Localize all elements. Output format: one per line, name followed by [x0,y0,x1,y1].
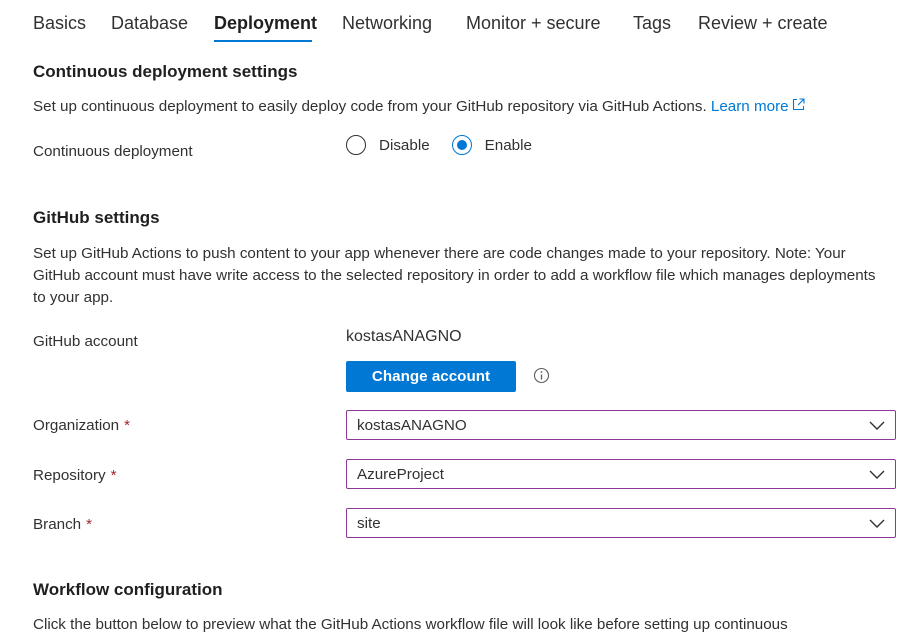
required-marker: * [110,467,117,484]
workflow-configuration-title: Workflow configuration [33,580,223,599]
tab-networking[interactable]: Networking [342,13,432,34]
radio-disable-label[interactable]: Disable [379,137,430,154]
required-marker: * [124,417,131,434]
repository-select[interactable]: AzureProject [346,459,896,489]
tab-monitor-secure[interactable]: Monitor + secure [466,13,601,34]
radio-disable-circle[interactable] [346,135,366,155]
tab-basics[interactable]: Basics [33,13,86,34]
organization-label: Organization * [33,417,130,434]
organization-select-value: kostasANAGNO [357,416,467,434]
info-icon[interactable] [533,367,550,384]
repository-label: Repository * [33,467,117,484]
continuous-deployment-label: Continuous deployment [33,143,193,160]
tab-tags[interactable]: Tags [633,13,671,34]
branch-select[interactable]: site [346,508,896,538]
continuous-deployment-description: Set up continuous deployment to easily d… [33,96,883,118]
continuous-deployment-radio-group: Disable Enable [346,135,554,155]
branch-select-value: site [357,514,381,532]
github-account-name: kostasANAGNO [346,328,462,345]
active-tab-indicator [214,40,312,42]
radio-enable-label[interactable]: Enable [485,137,532,154]
tab-database[interactable]: Database [111,13,188,34]
radio-enable[interactable]: Enable [451,135,532,155]
continuous-deployment-title: Continuous deployment settings [33,62,298,81]
github-account-label: GitHub account [33,333,138,350]
chevron-down-icon [869,421,885,430]
branch-label: Branch * [33,516,92,533]
tab-deployment[interactable]: Deployment [214,13,317,34]
github-settings-description: Set up GitHub Actions to push content to… [33,245,876,306]
change-account-button[interactable]: Change account [346,361,516,392]
repository-select-value: AzureProject [357,465,444,483]
github-settings-title: GitHub settings [33,208,160,227]
chevron-down-icon [869,470,885,479]
continuous-deployment-description-text: Set up continuous deployment to easily d… [33,98,707,115]
external-link-icon [792,98,805,111]
radio-enable-circle[interactable] [451,135,472,155]
organization-label-text: Organization [33,417,120,434]
tab-review-create[interactable]: Review + create [698,13,828,34]
required-marker: * [86,516,93,533]
repository-label-text: Repository [33,467,106,484]
organization-select[interactable]: kostasANAGNO [346,410,896,440]
learn-more-link[interactable]: Learn more [711,98,789,115]
radio-disable[interactable]: Disable [346,135,430,155]
branch-label-text: Branch [33,516,82,533]
chevron-down-icon [869,519,885,528]
